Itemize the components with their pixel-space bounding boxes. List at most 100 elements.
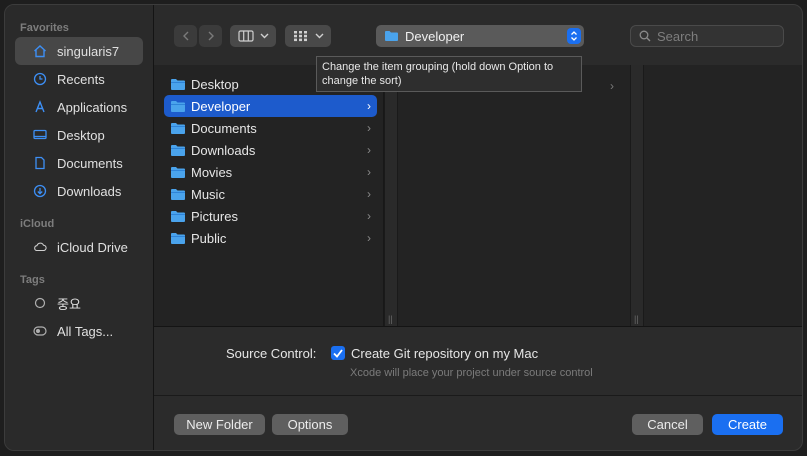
list-item[interactable]: Public › <box>164 227 377 249</box>
favorites-header: Favorites <box>20 22 69 34</box>
column-resize-handle[interactable]: || <box>384 65 398 326</box>
source-control-hint: Xcode will place your project under sour… <box>350 367 593 379</box>
updown-chevron-icon <box>567 28 581 44</box>
new-folder-button[interactable]: New Folder <box>174 414 265 435</box>
folder-icon <box>171 210 185 222</box>
cancel-button[interactable]: Cancel <box>632 414 703 435</box>
sidebar-item-home[interactable]: singularis7 <box>15 37 143 65</box>
source-control-label: Source Control: <box>226 346 317 361</box>
search-input[interactable] <box>657 28 777 44</box>
list-item-label: Movies <box>191 164 233 180</box>
grip-icon: || <box>634 314 639 324</box>
folder-icon <box>171 100 185 112</box>
cloud-icon <box>33 240 47 254</box>
list-item[interactable]: Downloads › <box>164 139 377 161</box>
chevron-right-icon: › <box>610 79 614 93</box>
search-field[interactable] <box>630 25 784 47</box>
applications-icon <box>33 100 47 114</box>
sidebar-item-label: iCloud Drive <box>57 239 128 255</box>
list-item-label: Documents <box>191 120 257 136</box>
chevron-right-icon: › <box>367 209 371 223</box>
list-item[interactable]: Movies › <box>164 161 377 183</box>
columns-view-icon <box>237 30 254 42</box>
sidebar-item-all-tags[interactable]: All Tags... <box>15 317 143 345</box>
git-repo-checkbox[interactable] <box>331 346 345 360</box>
navigation-buttons <box>174 25 222 47</box>
list-item-label: Developer <box>191 98 251 114</box>
sidebar-item-tag[interactable]: 중요 <box>15 289 143 317</box>
browser-column-1: Desktop Developer › Documents › Download… <box>154 65 384 326</box>
clock-icon <box>33 72 47 86</box>
checkmark-icon <box>333 348 343 358</box>
sidebar: Favorites singularis7 Recents Applicatio… <box>5 5 154 450</box>
path-popup-label: Developer <box>405 28 465 44</box>
list-item-label: Music <box>191 186 225 202</box>
list-item-label: Pictures <box>191 208 238 224</box>
list-item-label: Desktop <box>191 76 239 92</box>
tag-circle-icon <box>33 296 47 310</box>
chevron-right-icon: › <box>367 121 371 135</box>
folder-icon <box>385 31 398 41</box>
folder-icon <box>171 78 185 90</box>
icloud-header: iCloud <box>20 218 55 230</box>
file-browser: Desktop Developer › Documents › Download… <box>154 65 802 327</box>
options-panel: Source Control: Create Git repository on… <box>154 328 802 394</box>
sidebar-item-label: 중요 <box>57 296 81 312</box>
sidebar-item-label: Documents <box>57 155 123 171</box>
git-repo-checkbox-label[interactable]: Create Git repository on my Mac <box>351 346 538 361</box>
sidebar-item-applications[interactable]: Applications <box>15 93 143 121</box>
chevron-left-icon <box>182 31 188 41</box>
home-icon <box>33 44 47 58</box>
sidebar-item-label: Downloads <box>57 183 122 199</box>
sidebar-item-icloud-drive[interactable]: iCloud Drive <box>15 233 143 261</box>
sidebar-item-desktop[interactable]: Desktop <box>15 121 143 149</box>
folder-icon <box>171 232 185 244</box>
list-item-label: Public <box>191 230 227 246</box>
folder-icon <box>171 122 185 134</box>
create-button[interactable]: Create <box>712 414 783 435</box>
back-button[interactable] <box>174 25 197 47</box>
sidebar-item-label: Recents <box>57 71 105 87</box>
tags-header: Tags <box>20 274 45 286</box>
group-button[interactable] <box>285 25 331 47</box>
tooltip: Change the item grouping (hold down Opti… <box>316 56 582 92</box>
chevron-right-icon: › <box>367 231 371 245</box>
desktop-icon <box>33 128 47 142</box>
path-popup[interactable]: Developer <box>376 25 584 47</box>
save-dialog: Favorites singularis7 Recents Applicatio… <box>4 4 803 451</box>
column-resize-handle[interactable]: || <box>630 65 644 326</box>
grip-icon: || <box>388 314 393 324</box>
sidebar-item-label: singularis7 <box>57 43 120 59</box>
document-icon <box>33 156 47 170</box>
chevron-right-icon: › <box>367 143 371 157</box>
sidebar-item-label: Desktop <box>57 127 105 143</box>
list-item[interactable]: Documents › <box>164 117 377 139</box>
list-item[interactable]: Pictures › <box>164 205 377 227</box>
chevron-right-icon: › <box>367 99 371 113</box>
options-button[interactable]: Options <box>272 414 348 435</box>
folder-icon <box>171 144 185 156</box>
chevron-down-icon <box>315 33 323 39</box>
search-icon <box>639 30 651 42</box>
sidebar-item-label: Applications <box>57 99 128 115</box>
list-item-label: Downloads <box>191 142 256 158</box>
grid-icon <box>293 31 307 42</box>
all-tags-icon <box>33 324 47 338</box>
forward-button[interactable] <box>199 25 222 47</box>
button-bar: New Folder Options Cancel Create <box>154 395 802 450</box>
browser-column-2: › <box>398 65 628 326</box>
sidebar-item-downloads[interactable]: Downloads <box>15 177 143 205</box>
chevron-down-icon <box>260 33 268 39</box>
sidebar-item-recents[interactable]: Recents <box>15 65 143 93</box>
sidebar-item-documents[interactable]: Documents <box>15 149 143 177</box>
view-mode-button[interactable] <box>230 25 276 47</box>
sidebar-item-label: All Tags... <box>57 323 114 339</box>
chevron-right-icon <box>208 31 214 41</box>
download-icon <box>33 184 47 198</box>
chevron-right-icon: › <box>367 187 371 201</box>
folder-icon <box>171 188 185 200</box>
list-item[interactable]: Music › <box>164 183 377 205</box>
folder-icon <box>171 166 185 178</box>
list-item[interactable]: Developer › <box>164 95 377 117</box>
chevron-right-icon: › <box>367 165 371 179</box>
